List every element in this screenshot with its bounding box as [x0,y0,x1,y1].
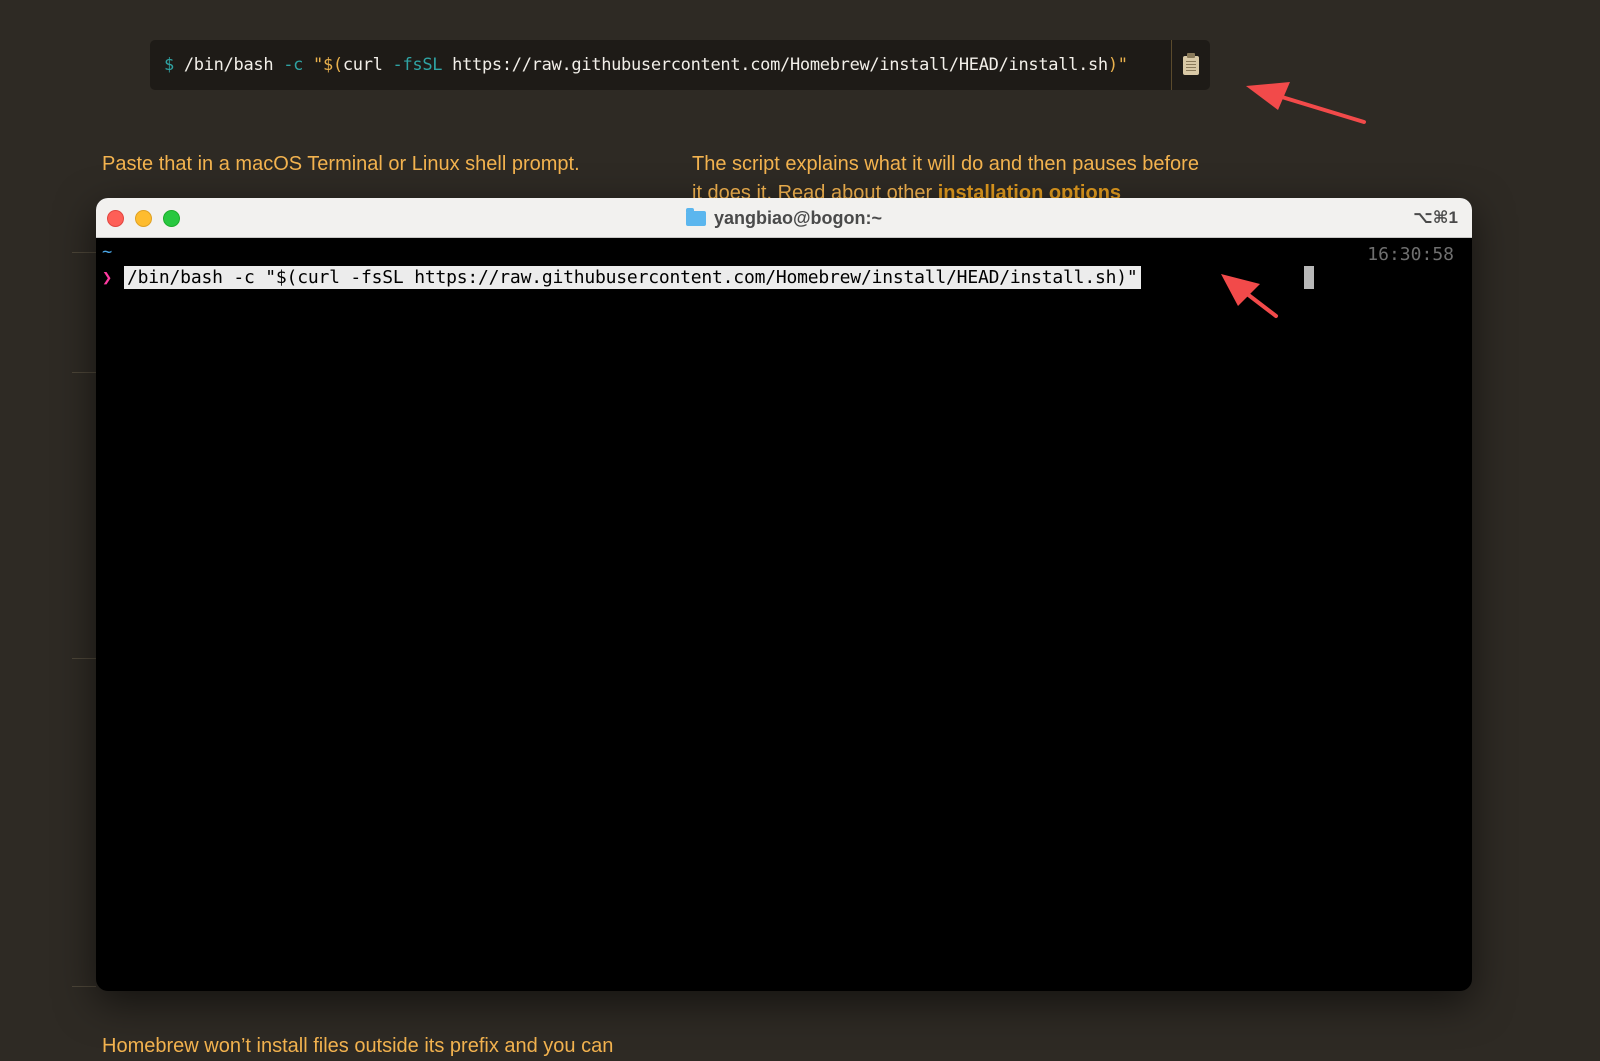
arrow-to-copy-button [1246,82,1366,124]
arrow-to-pasted-command [1221,274,1278,318]
annotation-arrows [1221,82,1366,318]
